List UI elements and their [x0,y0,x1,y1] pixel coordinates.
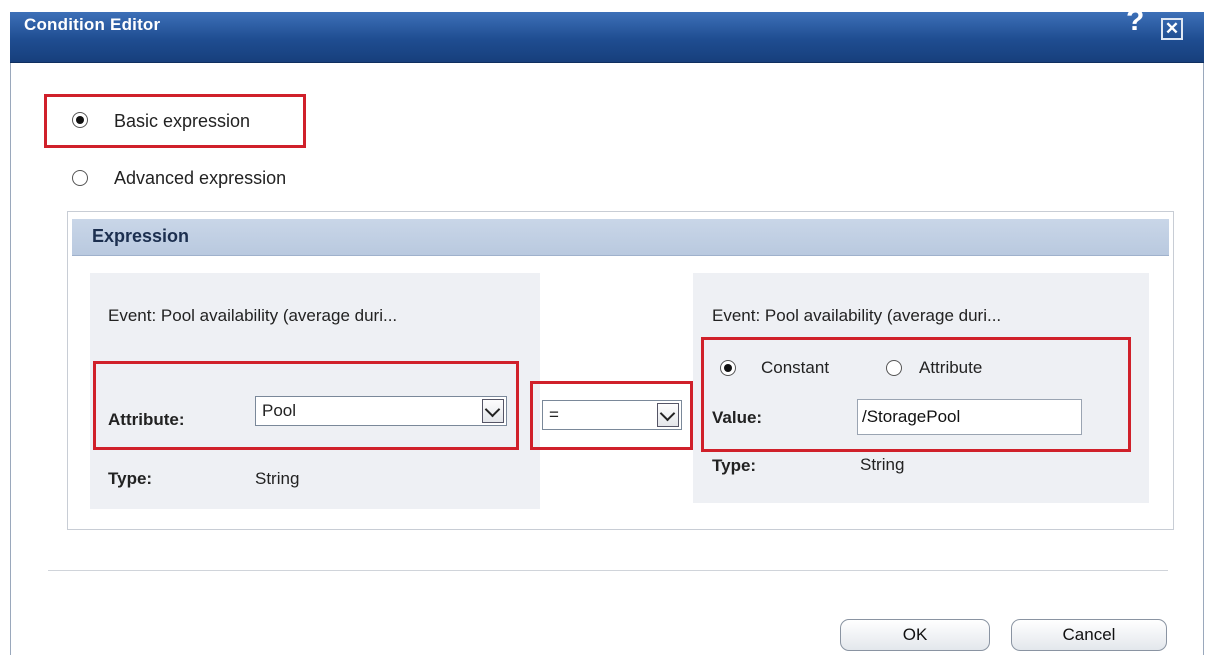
left-type-value: String [255,469,300,488]
expression-title: Expression [92,226,190,246]
cancel-button[interactable]: Cancel [1011,619,1167,651]
attribute-radio-label[interactable]: Attribute [919,358,982,378]
operator-select-value: = [549,405,559,424]
attribute-dropdown-button[interactable] [482,399,504,423]
close-icon[interactable]: ✕ [1161,18,1183,40]
value-input[interactable] [857,399,1082,435]
constant-label[interactable]: Constant [761,358,829,378]
ok-button[interactable]: OK [840,619,990,651]
basic-expression-label[interactable]: Basic expression [114,111,250,132]
value-label: Value: [712,408,763,427]
help-icon[interactable]: ? [1126,6,1144,36]
right-type-value: String [860,455,905,474]
attribute-select[interactable]: Pool [255,396,507,426]
dialog-title: Condition Editor [24,15,161,34]
left-event-text: Event: Pool availability (average duri..… [108,306,398,325]
dialog-title-bar [10,12,1204,63]
expression-header [72,219,1169,256]
attribute-radio[interactable] [886,360,902,376]
right-event-text: Event: Pool availability (average duri..… [712,306,1002,325]
operator-dropdown-button[interactable] [657,403,679,427]
footer-divider [48,570,1168,571]
attribute-label: Attribute: [108,410,185,429]
chevron-down-icon [659,405,676,422]
constant-radio[interactable] [720,360,736,376]
right-type-label: Type: [712,456,757,475]
attribute-select-value: Pool [262,401,297,420]
left-type-label: Type: [108,469,153,488]
operator-select[interactable]: = [542,400,682,430]
advanced-expression-label[interactable]: Advanced expression [114,168,286,189]
chevron-down-icon [484,401,501,418]
advanced-expression-radio[interactable] [72,170,88,186]
basic-expression-radio[interactable] [72,112,88,128]
